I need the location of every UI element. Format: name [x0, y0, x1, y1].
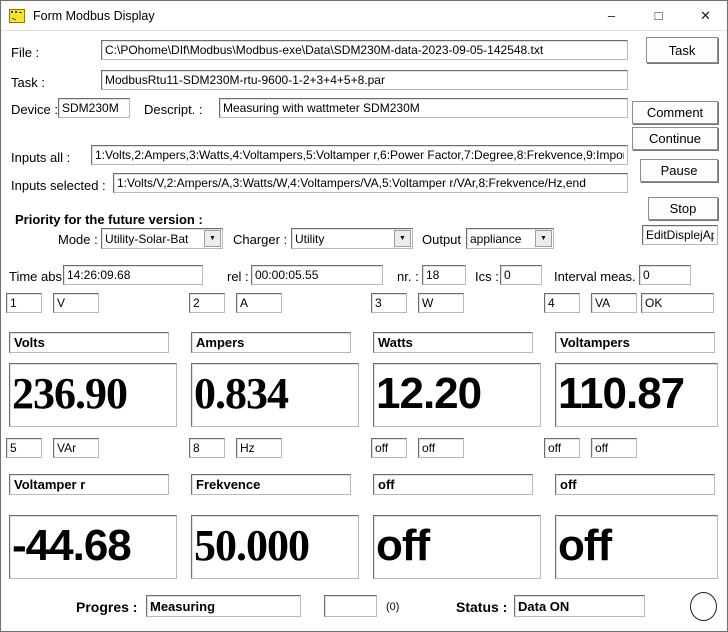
- mode-value: Utility-Solar-Bat: [102, 232, 204, 246]
- panel-label: Ampers: [191, 332, 351, 353]
- channel-unit-input[interactable]: [418, 293, 464, 313]
- comment-button[interactable]: Comment: [632, 101, 718, 124]
- panel-value-voltamper-r: -44.68: [9, 515, 177, 579]
- ics-label: Ics :: [475, 269, 499, 284]
- close-button[interactable]: ✕: [682, 1, 728, 31]
- panel-label: Frekvence: [191, 474, 351, 495]
- spare-input[interactable]: [324, 595, 377, 617]
- channel-unit-input[interactable]: [53, 438, 99, 458]
- device-input[interactable]: [58, 98, 130, 118]
- descript-input[interactable]: [219, 98, 628, 118]
- inputs-all-input[interactable]: [91, 145, 628, 165]
- channel-nr-input[interactable]: [189, 293, 225, 313]
- charger-value: Utility: [292, 232, 394, 246]
- task-input[interactable]: [101, 70, 628, 90]
- continue-button[interactable]: Continue: [632, 127, 718, 150]
- counter-label: (0): [386, 601, 399, 613]
- panel-label: Voltampers: [555, 332, 715, 353]
- app-icon: [9, 8, 25, 24]
- rel-input[interactable]: [251, 265, 383, 285]
- charger-select[interactable]: Utility ▼: [291, 228, 413, 249]
- chevron-down-icon[interactable]: ▼: [394, 230, 411, 247]
- ok-status-input[interactable]: [641, 293, 714, 313]
- channel-unit-input[interactable]: [591, 438, 637, 458]
- panel-value-watts: 12.20: [373, 363, 541, 427]
- panel-label: off: [373, 474, 533, 495]
- task-button[interactable]: Task: [646, 37, 718, 63]
- channel-nr-input[interactable]: [6, 438, 42, 458]
- file-label: File :: [11, 45, 39, 60]
- panel-label: Volts: [9, 332, 169, 353]
- panel-value-off-2: off: [555, 515, 718, 579]
- channel-nr-input[interactable]: [371, 438, 407, 458]
- channel-unit-input[interactable]: [236, 438, 282, 458]
- nr-label: nr. :: [397, 269, 419, 284]
- mode-select[interactable]: Utility-Solar-Bat ▼: [101, 228, 223, 249]
- panel-value-ampers: 0.834: [191, 363, 359, 427]
- panel-value-volts: 236.90: [9, 363, 177, 427]
- panel-value-voltampers: 110.87: [555, 363, 718, 427]
- channel-unit-input[interactable]: [53, 293, 99, 313]
- channel-nr-input[interactable]: [544, 438, 580, 458]
- titlebar: Form Modbus Display – □ ✕: [1, 1, 727, 31]
- panel-value-frekvence: 50.000: [191, 515, 359, 579]
- chevron-down-icon[interactable]: ▼: [204, 230, 221, 247]
- channel-unit-input[interactable]: [418, 438, 464, 458]
- status-input[interactable]: [514, 595, 645, 617]
- edit-display-input[interactable]: [642, 225, 718, 245]
- ics-input[interactable]: [500, 265, 542, 285]
- inputs-all-label: Inputs all :: [11, 150, 70, 165]
- task-label: Task :: [11, 75, 45, 90]
- channel-nr-input[interactable]: [189, 438, 225, 458]
- charger-label: Charger :: [233, 232, 287, 247]
- interval-meas-label: Interval meas. :: [554, 269, 643, 284]
- interval-meas-input[interactable]: [639, 265, 691, 285]
- stop-button[interactable]: Stop: [648, 197, 718, 220]
- inputs-selected-label: Inputs selected :: [11, 178, 106, 193]
- nr-input[interactable]: [422, 265, 466, 285]
- rel-label: rel :: [227, 269, 249, 284]
- channel-unit-input[interactable]: [236, 293, 282, 313]
- window-title: Form Modbus Display: [33, 1, 155, 31]
- inputs-selected-input[interactable]: [113, 173, 628, 193]
- device-label: Device :: [11, 102, 58, 117]
- output-value: appliance: [467, 232, 535, 246]
- output-label: Output :: [422, 232, 468, 247]
- form-modbus-display-window: Form Modbus Display – □ ✕ File : Task Ta…: [0, 0, 728, 632]
- chevron-down-icon[interactable]: ▼: [535, 230, 552, 247]
- time-abs-input[interactable]: [63, 265, 203, 285]
- panel-value-off-1: off: [373, 515, 541, 579]
- descript-label: Descript. :: [144, 102, 203, 117]
- status-label: Status :: [456, 599, 507, 615]
- time-abs-label: Time abs :: [9, 269, 69, 284]
- channel-nr-input[interactable]: [6, 293, 42, 313]
- channel-nr-input[interactable]: [371, 293, 407, 313]
- progres-input[interactable]: [146, 595, 301, 617]
- mode-label: Mode :: [58, 232, 98, 247]
- output-select[interactable]: appliance ▼: [466, 228, 554, 249]
- priority-heading: Priority for the future version :: [15, 212, 203, 227]
- file-input[interactable]: [101, 40, 628, 60]
- pause-button[interactable]: Pause: [640, 159, 718, 182]
- channel-nr-input[interactable]: [544, 293, 580, 313]
- minimize-button[interactable]: –: [588, 1, 635, 31]
- maximize-button[interactable]: □: [635, 1, 682, 31]
- panel-label: off: [555, 474, 715, 495]
- progres-label: Progres :: [76, 599, 137, 615]
- panel-label: Voltamper r: [9, 474, 169, 495]
- channel-unit-input[interactable]: [591, 293, 637, 313]
- panel-label: Watts: [373, 332, 533, 353]
- status-indicator-circle: [690, 592, 717, 621]
